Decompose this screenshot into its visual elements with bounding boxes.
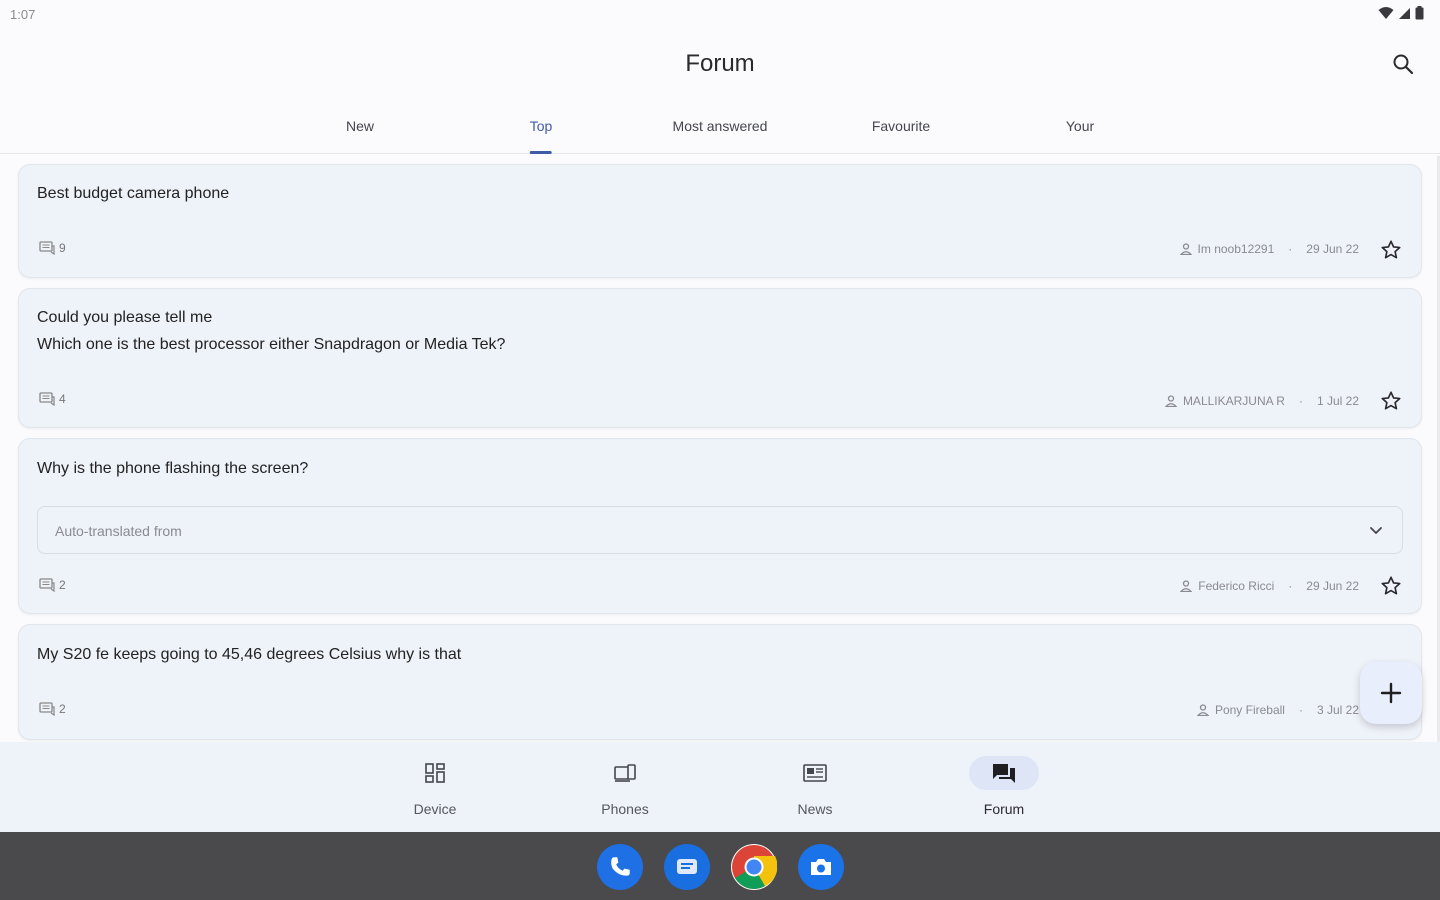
status-bar: 1:07 bbox=[0, 0, 1440, 30]
star-outline-icon bbox=[1381, 240, 1401, 259]
signal-icon bbox=[1399, 7, 1410, 19]
post-card[interactable]: Could you please tell me Which one is th… bbox=[18, 288, 1422, 428]
post-card[interactable]: Why is the phone flashing the screen? Au… bbox=[18, 438, 1422, 614]
user-icon bbox=[1196, 704, 1209, 716]
device-grid-icon bbox=[425, 763, 445, 783]
comment-count: 4 bbox=[39, 392, 66, 406]
plus-icon bbox=[1380, 682, 1402, 704]
post-meta: Im noob12291 · 29 Jun 22 bbox=[1179, 242, 1359, 256]
post-title: Best budget camera phone bbox=[37, 180, 229, 207]
post-title: Why is the phone flashing the screen? bbox=[37, 455, 308, 482]
forum-chat-icon bbox=[993, 764, 1015, 783]
tab-new[interactable]: New bbox=[346, 118, 374, 154]
phones-icon bbox=[614, 764, 636, 782]
comment-count-value: 2 bbox=[59, 578, 66, 592]
tab-your[interactable]: Your bbox=[1066, 118, 1094, 154]
translation-dropdown[interactable]: Auto-translated from bbox=[37, 506, 1403, 554]
comment-icon bbox=[39, 578, 55, 592]
bottom-navigation: Device Phones News Forum bbox=[0, 742, 1440, 832]
post-title: Could you please tell me Which one is th… bbox=[37, 304, 505, 358]
page-title: Forum bbox=[685, 50, 755, 77]
post-list[interactable]: Best budget camera phone 9 Im noob12291 … bbox=[0, 156, 1440, 742]
nav-item-news[interactable]: News bbox=[760, 756, 870, 817]
post-author[interactable]: Im noob12291 bbox=[1198, 242, 1275, 256]
user-icon bbox=[1180, 580, 1193, 592]
post-author[interactable]: Federico Ricci bbox=[1198, 579, 1274, 593]
comment-count: 2 bbox=[39, 702, 66, 716]
post-title-line: Best budget camera phone bbox=[37, 185, 230, 202]
post-card[interactable]: Best budget camera phone 9 Im noob12291 … bbox=[18, 164, 1422, 278]
post-meta: Pony Fireball · 3 Jul 22 bbox=[1196, 703, 1359, 717]
post-title: My S20 fe keeps going to 45,46 degrees C… bbox=[37, 641, 461, 668]
post-meta: MALLIKARJUNA R · 1 Jul 22 bbox=[1164, 394, 1359, 408]
chevron-down-icon bbox=[1370, 527, 1382, 534]
tab-most-answered[interactable]: Most answered bbox=[673, 118, 768, 154]
camera-app-icon[interactable] bbox=[798, 844, 844, 890]
user-icon bbox=[1179, 243, 1192, 255]
post-title-line: Why is the phone flashing the screen? bbox=[37, 460, 309, 477]
favourite-button[interactable] bbox=[1379, 389, 1403, 413]
wifi-icon bbox=[1378, 7, 1394, 19]
user-icon bbox=[1164, 395, 1177, 407]
meta-separator: · bbox=[1288, 242, 1293, 256]
news-icon bbox=[803, 764, 827, 782]
post-title-line: Which one is the best processor either S… bbox=[37, 336, 506, 353]
tab-top[interactable]: Top bbox=[530, 118, 553, 154]
translation-label: Auto-translated from bbox=[55, 523, 182, 539]
nav-item-device[interactable]: Device bbox=[380, 756, 490, 817]
search-button[interactable] bbox=[1388, 49, 1418, 79]
status-time: 1:07 bbox=[10, 7, 36, 22]
comment-count: 9 bbox=[39, 241, 66, 255]
comment-icon bbox=[39, 392, 55, 406]
comment-count-value: 4 bbox=[59, 392, 66, 406]
star-outline-icon bbox=[1381, 576, 1401, 595]
meta-separator: · bbox=[1298, 394, 1303, 408]
chrome-app-icon[interactable] bbox=[731, 844, 777, 890]
post-date: 29 Jun 22 bbox=[1306, 242, 1359, 256]
tab-favourite[interactable]: Favourite bbox=[872, 118, 930, 154]
comment-icon bbox=[39, 702, 55, 716]
post-author[interactable]: Pony Fireball bbox=[1215, 703, 1285, 717]
post-card[interactable]: My S20 fe keeps going to 45,46 degrees C… bbox=[18, 624, 1422, 740]
nav-item-forum[interactable]: Forum bbox=[949, 756, 1059, 817]
post-title-line: My S20 fe keeps going to 45,46 degrees C… bbox=[37, 646, 462, 663]
favourite-button[interactable] bbox=[1379, 574, 1403, 598]
nav-label: Phones bbox=[601, 801, 649, 817]
comment-count-value: 2 bbox=[59, 702, 66, 716]
taskbar bbox=[0, 832, 1440, 900]
nav-item-phones[interactable]: Phones bbox=[570, 756, 680, 817]
star-outline-icon bbox=[1381, 391, 1401, 410]
phone-app-icon[interactable] bbox=[597, 844, 643, 890]
comment-icon bbox=[39, 241, 55, 255]
comment-count: 2 bbox=[39, 578, 66, 592]
new-post-button[interactable] bbox=[1360, 662, 1422, 724]
messages-app-icon[interactable] bbox=[664, 844, 710, 890]
forum-tabs: New Top Most answered Favourite Your bbox=[0, 108, 1440, 154]
status-icons bbox=[1378, 6, 1424, 20]
search-icon bbox=[1393, 54, 1414, 75]
nav-label: Forum bbox=[983, 801, 1025, 817]
nav-label: News bbox=[797, 801, 833, 817]
battery-icon bbox=[1415, 6, 1424, 20]
comment-count-value: 9 bbox=[59, 241, 66, 255]
favourite-button[interactable] bbox=[1379, 238, 1403, 262]
post-date: 29 Jun 22 bbox=[1306, 579, 1359, 593]
meta-separator: · bbox=[1298, 703, 1303, 717]
post-date: 3 Jul 22 bbox=[1316, 703, 1359, 717]
post-meta: Federico Ricci · 29 Jun 22 bbox=[1180, 579, 1359, 593]
post-title-line: Could you please tell me bbox=[37, 309, 213, 326]
post-date: 1 Jul 22 bbox=[1316, 394, 1359, 408]
nav-label: Device bbox=[413, 801, 457, 817]
meta-separator: · bbox=[1288, 579, 1293, 593]
post-author[interactable]: MALLIKARJUNA R bbox=[1183, 394, 1285, 408]
